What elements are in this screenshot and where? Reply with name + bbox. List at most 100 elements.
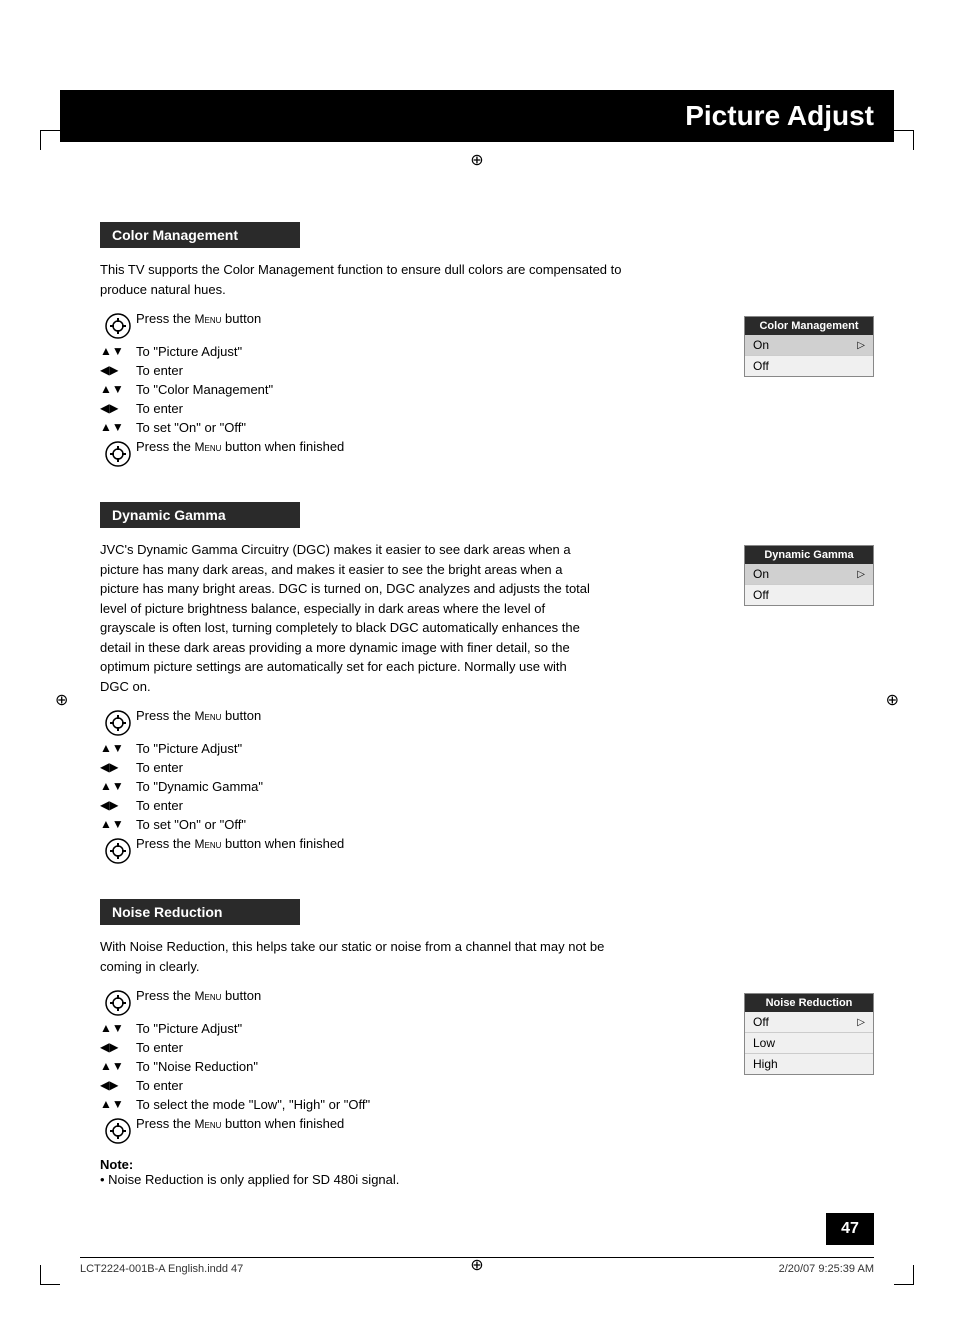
menu-box-item-on: On ▷: [745, 564, 873, 585]
arrow-ud: ▲▼: [100, 1097, 136, 1111]
step-row: Press the Menu button when finished: [100, 836, 724, 865]
menu-icon-cell: [100, 439, 136, 468]
step-text: To enter: [136, 401, 724, 416]
dynamic-gamma-desc-and-steps: JVC's Dynamic Gamma Circuitry (DGC) make…: [100, 540, 724, 869]
arrow-ud: ▲▼: [100, 1059, 136, 1073]
page-container: ⊕ ⊕ ⊕ ⊕ Picture Adjust Color Management …: [0, 90, 954, 1325]
menu-button-icon: [104, 312, 132, 340]
step-row: Press the Menu button: [100, 708, 724, 737]
color-management-desc: This TV supports the Color Management fu…: [100, 260, 630, 299]
step-text: Press the Menu button when finished: [136, 439, 724, 454]
footer: LCT2224-001B-A English.indd 47 2/20/07 9…: [80, 1257, 874, 1275]
step-row: Press the Menu button when finished: [100, 1116, 724, 1145]
step-text: To "Picture Adjust": [136, 1021, 724, 1036]
page-title: Picture Adjust: [60, 90, 894, 142]
menu-box-item-off: Off: [745, 585, 873, 605]
step-row: Press the Menu button: [100, 988, 724, 1017]
footer-right: 2/20/07 9:25:39 AM: [779, 1263, 874, 1275]
arrow-ud: ▲▼: [100, 382, 136, 396]
dynamic-gamma-steps: Press the Menu button ▲▼ To "Picture Adj…: [100, 708, 724, 865]
arrow-lr: ◀▶: [100, 363, 136, 377]
arrow-lr: ◀▶: [100, 1040, 136, 1054]
step-text: To "Dynamic Gamma": [136, 779, 724, 794]
color-management-menu-box: Color Management On ▷ Off: [744, 316, 874, 377]
step-text: To enter: [136, 1078, 724, 1093]
arrow-lr: ◀▶: [100, 760, 136, 774]
step-row: ◀▶ To enter: [100, 1078, 724, 1093]
step-text: To set "On" or "Off": [136, 420, 724, 435]
step-row: ▲▼ To "Dynamic Gamma": [100, 779, 724, 794]
arrow-ud: ▲▼: [100, 344, 136, 358]
corner-mark-tr: [894, 130, 914, 150]
menu-box-item-on: On ▷: [745, 335, 873, 356]
step-row: ◀▶ To enter: [100, 1040, 724, 1055]
menu-box-item-low: Low: [745, 1033, 873, 1054]
menu-icon-cell: [100, 988, 136, 1017]
step-text: To enter: [136, 363, 724, 378]
menu-button-icon: [104, 709, 132, 737]
noise-reduction-instructions: Press the Menu button ▲▼ To "Picture Adj…: [100, 988, 874, 1149]
dynamic-gamma-desc: JVC's Dynamic Gamma Circuitry (DGC) make…: [100, 540, 590, 696]
step-text: To "Picture Adjust": [136, 741, 724, 756]
step-text: To enter: [136, 1040, 724, 1055]
step-text: Press the Menu button: [136, 311, 724, 326]
menu-box-item-off: Off: [745, 356, 873, 376]
cursor-arrow: ▷: [857, 569, 865, 580]
step-row: ▲▼ To "Picture Adjust": [100, 344, 724, 359]
menu-icon-cell: [100, 708, 136, 737]
color-management-header: Color Management: [100, 222, 300, 248]
step-text: To "Picture Adjust": [136, 344, 724, 359]
arrow-lr: ◀▶: [100, 1078, 136, 1092]
dynamic-gamma-instructions-area: JVC's Dynamic Gamma Circuitry (DGC) make…: [100, 540, 874, 869]
color-management-section: Color Management This TV supports the Co…: [100, 222, 874, 472]
reg-mark-top: ⊕: [470, 150, 483, 170]
step-text: To set "On" or "Off": [136, 817, 724, 832]
reg-mark-right: ⊕: [886, 690, 899, 710]
step-row: ▲▼ To set "On" or "Off": [100, 420, 724, 435]
step-text: Press the Menu button: [136, 988, 724, 1003]
corner-mark-br: [894, 1265, 914, 1285]
step-row: Press the Menu button when finished: [100, 439, 724, 468]
arrow-ud: ▲▼: [100, 1021, 136, 1035]
arrow-ud: ▲▼: [100, 420, 136, 434]
footer-left: LCT2224-001B-A English.indd 47: [80, 1263, 243, 1275]
reg-mark-left: ⊕: [55, 690, 68, 710]
main-content: Color Management This TV supports the Co…: [100, 222, 874, 1187]
color-management-instructions: Press the Menu button ▲▼ To "Picture Adj…: [100, 311, 874, 472]
dynamic-gamma-header: Dynamic Gamma: [100, 502, 300, 528]
step-row: ◀▶ To enter: [100, 401, 724, 416]
step-text: To "Color Management": [136, 382, 724, 397]
noise-reduction-section: Noise Reduction With Noise Reduction, th…: [100, 899, 874, 1187]
cursor-arrow: ▷: [857, 1017, 865, 1028]
arrow-ud: ▲▼: [100, 741, 136, 755]
menu-icon-cell: [100, 311, 136, 340]
step-text: To select the mode "Low", "High" or "Off…: [136, 1097, 724, 1112]
step-row: ▲▼ To "Picture Adjust": [100, 741, 724, 756]
step-row: ▲▼ To "Color Management": [100, 382, 724, 397]
noise-reduction-menu-box-wrapper: Noise Reduction Off ▷ Low High: [744, 988, 874, 1075]
step-row: ◀▶ To enter: [100, 760, 724, 775]
dynamic-gamma-menu-box-wrapper: Dynamic Gamma On ▷ Off: [744, 540, 874, 606]
step-text: To enter: [136, 798, 724, 813]
step-row: ▲▼ To set "On" or "Off": [100, 817, 724, 832]
step-text: Press the Menu button when finished: [136, 1116, 724, 1131]
noise-reduction-steps: Press the Menu button ▲▼ To "Picture Adj…: [100, 988, 724, 1149]
step-row: ▲▼ To select the mode "Low", "High" or "…: [100, 1097, 724, 1112]
step-text: To enter: [136, 760, 724, 775]
menu-box-header: Noise Reduction: [745, 994, 873, 1012]
menu-button-icon: [104, 1117, 132, 1145]
step-row: Press the Menu button: [100, 311, 724, 340]
step-text: To "Noise Reduction": [136, 1059, 724, 1074]
step-text: Press the Menu button when finished: [136, 836, 724, 851]
menu-button-icon: [104, 989, 132, 1017]
step-row: ▲▼ To "Noise Reduction": [100, 1059, 724, 1074]
page-number-box: 47: [826, 1213, 874, 1245]
cursor-arrow: ▷: [857, 340, 865, 351]
note-text: • Noise Reduction is only applied for SD…: [100, 1172, 874, 1187]
dynamic-gamma-menu-box: Dynamic Gamma On ▷ Off: [744, 545, 874, 606]
note-section: Note: • Noise Reduction is only applied …: [100, 1157, 874, 1187]
arrow-lr: ◀▶: [100, 401, 136, 415]
menu-button-icon: [104, 440, 132, 468]
noise-reduction-header: Noise Reduction: [100, 899, 300, 925]
arrow-lr: ◀▶: [100, 798, 136, 812]
